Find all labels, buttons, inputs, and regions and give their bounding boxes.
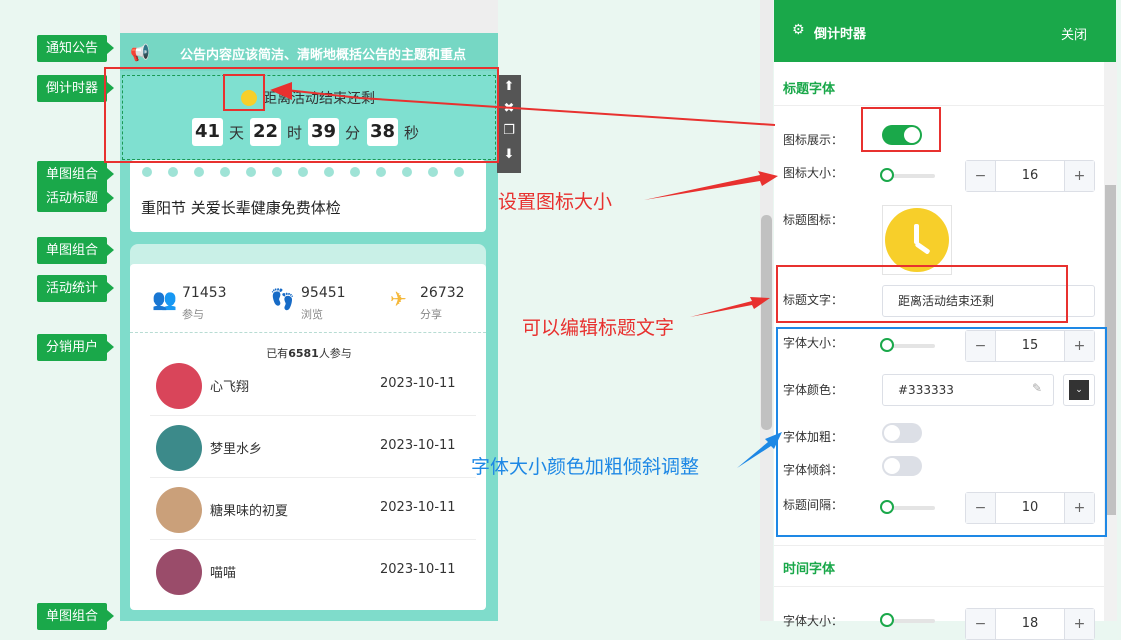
arrow-head [737, 432, 782, 468]
annotation-arrows [270, 82, 782, 468]
annotation-title-text: 可以编辑标题文字 [522, 317, 675, 339]
arrow-line [285, 89, 776, 126]
arrow-head [270, 82, 292, 100]
arrow-head [644, 171, 778, 200]
arrow-head [690, 297, 770, 317]
annotation-font-style: 字体大小颜色加粗倾斜调整 [471, 456, 700, 478]
annotation-icon-size: 设置图标大小 [498, 191, 613, 213]
